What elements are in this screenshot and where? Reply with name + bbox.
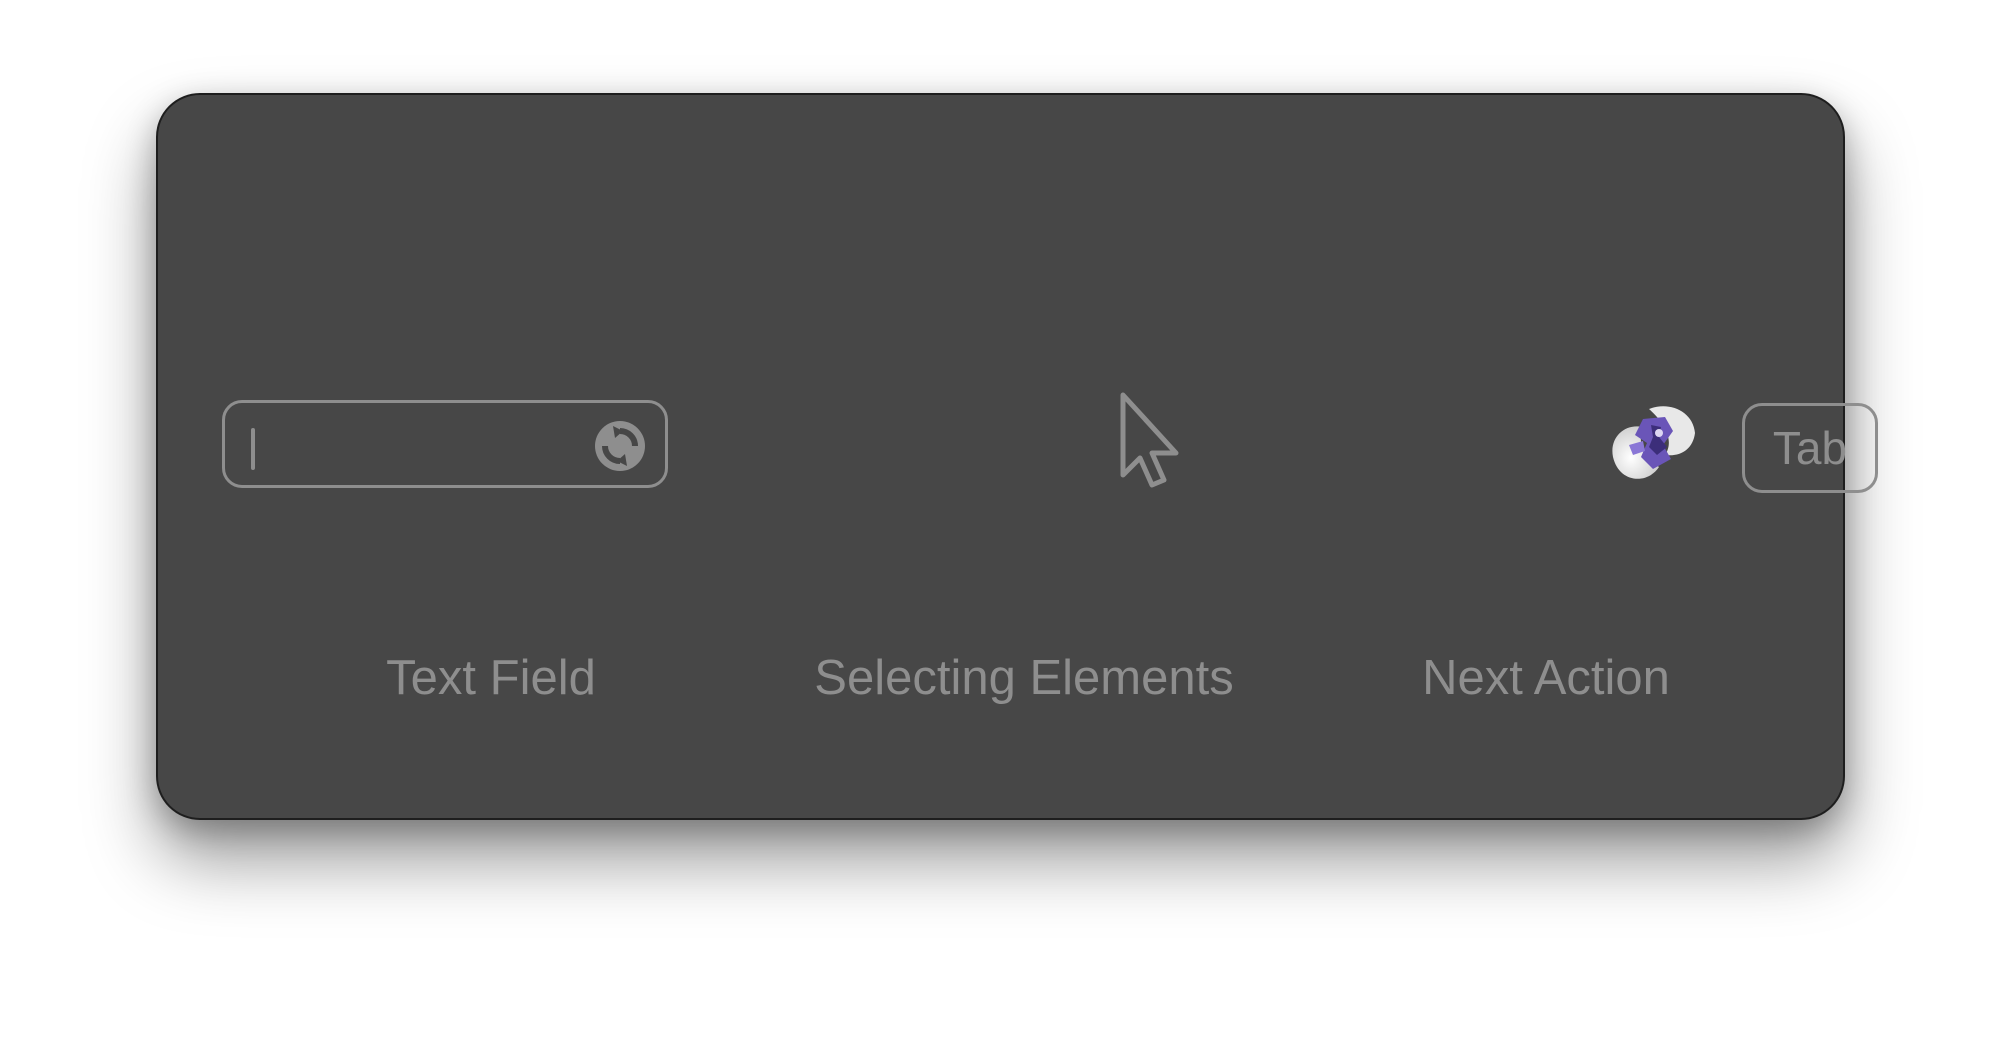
tutorial-panel: Text Field Selecting Elements Tab Next A… <box>156 93 1878 820</box>
selecting-elements-demo: Selecting Elements <box>718 95 1338 818</box>
demo-text-field[interactable] <box>222 400 668 488</box>
next-action-label: Next Action <box>1422 651 1670 705</box>
next-action-demo: Tab Next Action <box>1348 95 1878 818</box>
text-field-demo: Text Field <box>158 95 758 818</box>
tab-key-badge: Tab <box>1742 403 1878 493</box>
cursor-arrow-icon <box>1120 392 1179 488</box>
text-caret <box>251 428 255 470</box>
stage: Text Field Selecting Elements Tab Next A… <box>0 0 1999 1040</box>
selecting-elements-label: Selecting Elements <box>814 651 1234 705</box>
sync-icon <box>595 421 645 471</box>
app-avatar <box>1612 406 1695 479</box>
